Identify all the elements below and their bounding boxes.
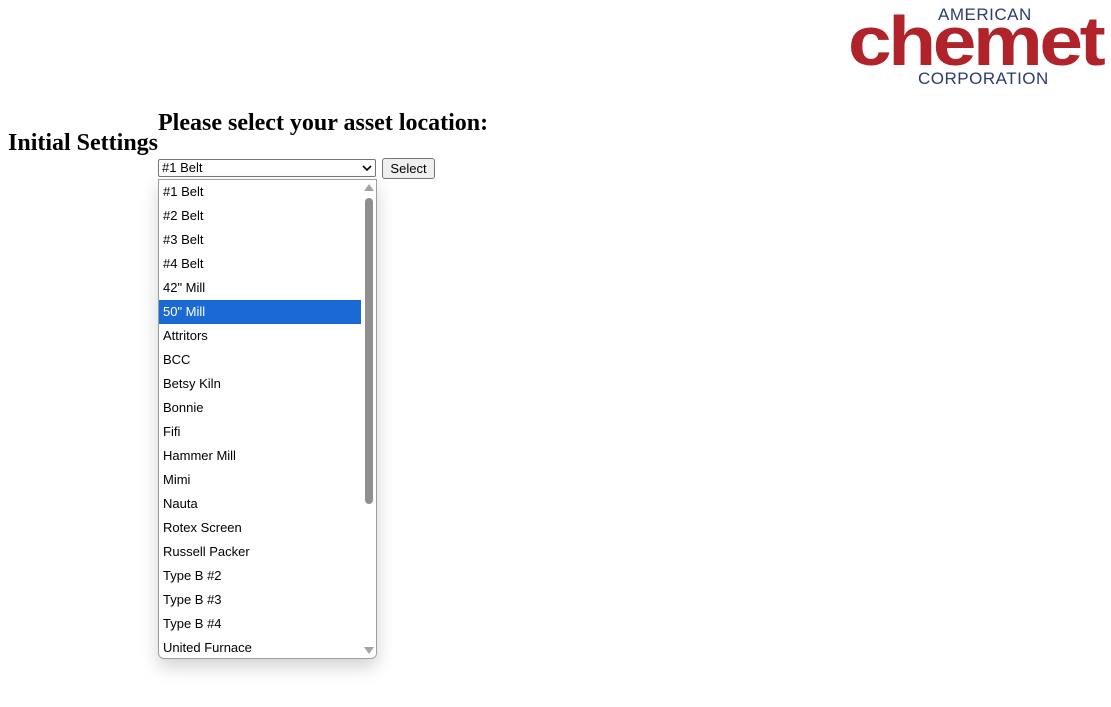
logo-main-text: chemet [848,2,1106,80]
dropdown-option[interactable]: Russell Packer [159,540,362,564]
asset-location-select[interactable]: #1 Belt [158,159,376,177]
dropdown-option[interactable]: Betsy Kiln [159,372,362,396]
dropdown-option[interactable]: Rotex Screen [159,516,362,540]
location-prompt: Please select your asset location: [158,110,489,136]
dropdown-option[interactable]: Mimi [159,468,362,492]
dropdown-option[interactable]: #2 Belt [159,204,362,228]
dropdown-option[interactable]: BCC [159,348,362,372]
page-title: Initial Settings [8,130,159,156]
scrollbar-thumb[interactable] [365,198,373,504]
dropdown-option[interactable]: Bonnie [159,396,362,420]
option-list: #1 Belt #2 Belt #3 Belt #4 Belt 42" Mill 50" … [159,180,362,658]
dropdown-option[interactable]: Type B #2 [159,564,362,588]
select-current-value: #1 Belt [162,160,203,175]
chevron-down-icon [362,165,372,172]
american-chemet-logo: AMERICAN chemet CORPORATION [848,4,1106,90]
location-dropdown-list[interactable]: #1 Belt #2 Belt #3 Belt #4 Belt 42" Mill 50" … [158,179,377,659]
dropdown-option[interactable]: United Furnace [159,636,362,658]
dropdown-option[interactable]: Fifi [159,420,362,444]
dropdown-option[interactable]: #3 Belt [159,228,362,252]
dropdown-option[interactable]: 50" Mill [159,300,362,324]
scroll-down-arrow-icon[interactable] [364,647,374,654]
dropdown-option[interactable]: #1 Belt [159,180,362,204]
logo-bottom-text: CORPORATION [918,69,1049,88]
select-button[interactable]: Select [382,158,435,179]
dropdown-scrollbar[interactable] [361,180,376,658]
dropdown-option[interactable]: #4 Belt [159,252,362,276]
dropdown-option[interactable]: 42" Mill [159,276,362,300]
dropdown-option[interactable]: Type B #4 [159,612,362,636]
page: AMERICAN chemet CORPORATION Initial Sett… [0,0,1111,707]
dropdown-option[interactable]: Type B #3 [159,588,362,612]
dropdown-option[interactable]: Nauta [159,492,362,516]
dropdown-option[interactable]: Hammer Mill [159,444,362,468]
dropdown-option[interactable]: Attritors [159,324,362,348]
scroll-up-arrow-icon[interactable] [364,184,374,191]
